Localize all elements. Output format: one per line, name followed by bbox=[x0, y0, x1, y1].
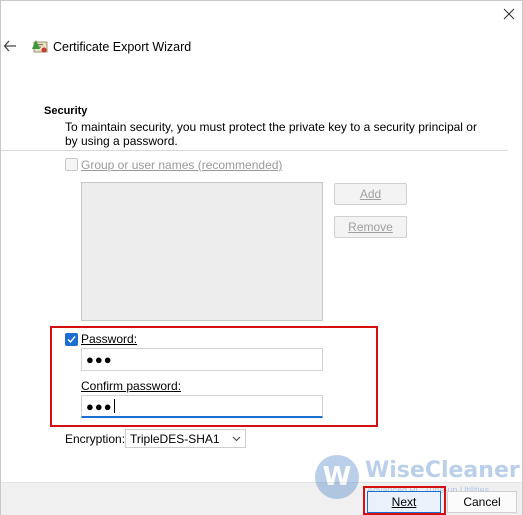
section-description: To maintain security, you must protect t… bbox=[65, 120, 477, 148]
wizard-title: Certificate Export Wizard bbox=[53, 40, 192, 54]
certificate-export-wizard-window: Certificate Export Wizard Security To ma… bbox=[0, 0, 523, 515]
next-highlight-box bbox=[363, 486, 446, 515]
password-value: ●●● bbox=[86, 352, 113, 367]
group-user-list bbox=[81, 182, 323, 321]
checkmark-icon bbox=[67, 336, 76, 344]
close-icon[interactable] bbox=[500, 5, 518, 23]
confirm-password-input[interactable]: ●●● bbox=[81, 395, 323, 418]
cancel-button[interactable]: Cancel bbox=[447, 491, 517, 513]
group-user-names-label: Group or user names (recommended) bbox=[81, 158, 283, 172]
watermark-brand: WiseCleaner bbox=[365, 458, 520, 483]
encryption-selected-value: TripleDES-SHA1 bbox=[130, 431, 220, 446]
add-button[interactable]: Add bbox=[334, 183, 407, 205]
confirm-password-value: ●●● bbox=[86, 398, 113, 414]
confirm-password-label: Confirm password: bbox=[81, 379, 182, 393]
certificate-wizard-icon bbox=[31, 37, 49, 55]
text-caret bbox=[113, 399, 115, 413]
password-label: Password: bbox=[81, 332, 138, 346]
group-user-names-checkbox[interactable] bbox=[65, 158, 78, 171]
password-input[interactable]: ●●● bbox=[81, 348, 323, 371]
chevron-down-icon bbox=[232, 436, 241, 441]
header-divider bbox=[1, 150, 508, 151]
section-heading: Security bbox=[44, 105, 88, 117]
encryption-label: Encryption: bbox=[65, 432, 126, 446]
encryption-select[interactable]: TripleDES-SHA1 bbox=[125, 429, 246, 448]
password-checkbox[interactable] bbox=[65, 333, 78, 346]
back-arrow-icon[interactable] bbox=[3, 39, 17, 53]
remove-button[interactable]: Remove bbox=[334, 216, 407, 238]
